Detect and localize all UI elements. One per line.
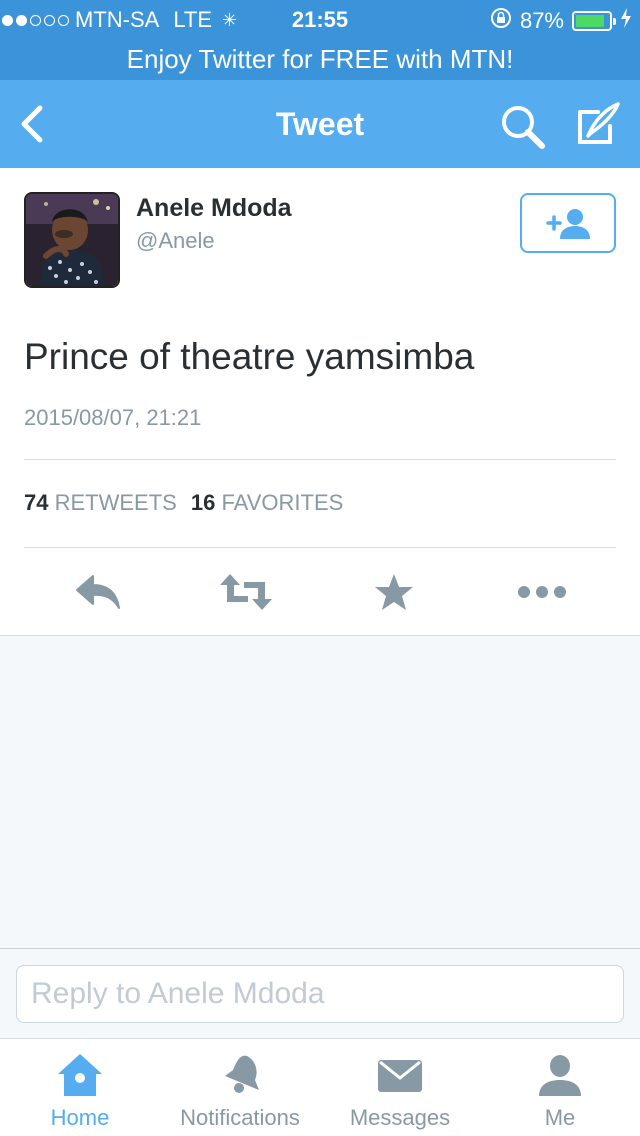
bell-icon bbox=[212, 1051, 268, 1099]
reply-icon[interactable] bbox=[70, 568, 126, 616]
tab-label: Me bbox=[544, 1105, 576, 1130]
envelope-icon bbox=[372, 1051, 428, 1099]
retweets-label: RETWEETS bbox=[54, 490, 177, 515]
battery-percent: 87% bbox=[519, 8, 564, 33]
compose-icon[interactable] bbox=[574, 100, 622, 148]
avatar[interactable] bbox=[24, 192, 120, 288]
follow-button[interactable] bbox=[520, 193, 616, 253]
rotation-lock-icon bbox=[490, 7, 512, 35]
retweets-count: 74 bbox=[24, 490, 49, 515]
nav-bar: Tweet bbox=[0, 80, 640, 168]
tab-label: Home bbox=[50, 1105, 110, 1130]
favorites-stat[interactable]: 16 FAVORITES bbox=[191, 490, 343, 516]
tab-bar: Home Notifications Messages Me bbox=[0, 1038, 640, 1136]
reply-input[interactable] bbox=[16, 965, 624, 1023]
tweet-timestamp: 2015/08/07, 21:21 bbox=[24, 405, 202, 430]
tab-label: Messages bbox=[349, 1105, 451, 1130]
user-name[interactable]: Anele Mdoda bbox=[136, 194, 292, 223]
tweet-text: Prince of theatre yamsimba bbox=[24, 336, 475, 377]
favorites-label: FAVORITES bbox=[221, 490, 344, 515]
more-icon[interactable] bbox=[514, 568, 570, 616]
divider bbox=[24, 547, 616, 548]
status-bar: MTN-SA LTE ✳ 21:55 87% bbox=[0, 0, 640, 40]
charging-icon bbox=[620, 7, 632, 35]
tweet-detail: Anele Mdoda @Anele Prince of theatre yam… bbox=[0, 168, 640, 636]
retweet-icon[interactable] bbox=[218, 568, 274, 616]
add-user-icon bbox=[546, 209, 590, 239]
tab-notifications[interactable]: Notifications bbox=[160, 1039, 320, 1136]
reply-area bbox=[0, 948, 640, 1038]
home-icon bbox=[52, 1051, 108, 1099]
divider bbox=[24, 459, 616, 460]
promo-banner[interactable]: Enjoy Twitter for FREE with MTN! bbox=[0, 40, 640, 80]
tab-me[interactable]: Me bbox=[480, 1039, 640, 1136]
tab-label: Notifications bbox=[180, 1105, 300, 1130]
person-icon bbox=[532, 1051, 588, 1099]
tweet-stats: 74 RETWEETS 16 FAVORITES bbox=[24, 490, 343, 516]
search-icon[interactable] bbox=[498, 102, 548, 152]
tab-messages[interactable]: Messages bbox=[320, 1039, 480, 1136]
favorites-count: 16 bbox=[190, 490, 216, 515]
status-right: 87% bbox=[490, 7, 632, 35]
retweets-stat[interactable]: 74 RETWEETS bbox=[24, 490, 177, 516]
battery-icon bbox=[572, 11, 616, 31]
favorite-icon[interactable] bbox=[366, 568, 422, 616]
user-handle[interactable]: @Anele bbox=[136, 228, 215, 254]
tab-home[interactable]: Home bbox=[0, 1039, 160, 1136]
